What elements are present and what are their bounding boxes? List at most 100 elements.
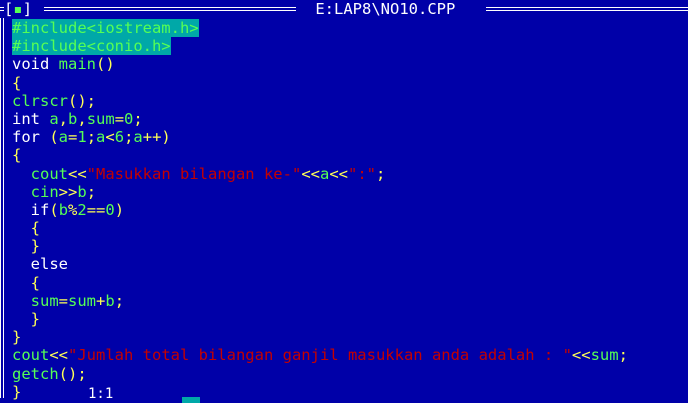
close-box-button[interactable]: [▪] <box>4 0 32 18</box>
code-token: 0 <box>105 200 115 219</box>
code-token: (); <box>68 91 96 110</box>
code-token: { <box>12 146 22 165</box>
code-token: a <box>58 128 69 147</box>
code-token: main <box>58 55 96 74</box>
code-token: sum <box>68 291 97 310</box>
code-token: ; <box>618 346 628 365</box>
code-token: void <box>12 55 59 74</box>
code-line[interactable]: { <box>12 274 628 292</box>
code-token: = <box>58 291 69 310</box>
frame-top-border-left <box>44 7 296 11</box>
code-token: (); <box>58 364 87 383</box>
code-line[interactable]: clrscr(); <box>12 92 628 110</box>
code-line[interactable]: } <box>12 310 628 328</box>
code-token: b <box>77 182 87 201</box>
window-title: E:LAP8\NO10.CPP <box>306 0 465 18</box>
code-token: a <box>319 164 330 183</box>
code-token: if <box>30 200 50 219</box>
code-token: ( <box>49 128 59 147</box>
code-token: << <box>301 164 320 183</box>
code-token: ; <box>133 109 143 128</box>
code-token: } <box>30 310 41 328</box>
code-token: clrscr <box>12 91 68 110</box>
horizontal-scrollbar-thumb[interactable] <box>182 397 200 403</box>
code-line[interactable]: void main() <box>12 55 628 73</box>
code-token: b <box>58 200 69 219</box>
code-token: ; <box>114 291 125 310</box>
close-box-right: ] <box>22 0 33 18</box>
frame-top-border-right <box>486 7 688 11</box>
close-box-left: [ <box>4 0 14 18</box>
code-token: 2 <box>77 200 87 219</box>
code-token: ; <box>376 164 386 183</box>
code-token: ( <box>49 200 59 219</box>
code-line[interactable]: for (a=1;a<6;a++) <box>12 128 628 146</box>
code-line[interactable]: else <box>12 255 628 273</box>
code-line[interactable]: { <box>12 219 628 237</box>
code-line[interactable]: getch(); <box>12 365 628 383</box>
code-token: cout <box>12 346 50 365</box>
code-line[interactable]: #include<iostream.h> <box>12 19 628 37</box>
code-token: = <box>114 109 125 128</box>
status-row: 1:1 <box>0 386 688 403</box>
code-token: = <box>68 128 78 147</box>
code-token: "Masukkan bilangan ke-" <box>86 164 302 183</box>
code-token: a <box>96 128 106 147</box>
code-token: 1 <box>77 128 87 147</box>
code-line[interactable]: cout<<"Jumlah total bilangan ganjil masu… <box>12 346 628 364</box>
code-token: >> <box>58 182 78 201</box>
code-line[interactable]: #include<conio.h> <box>12 37 628 56</box>
frame-left-border <box>0 18 4 398</box>
code-editor[interactable]: #include<iostream.h> #include<conio.h> voi… <box>12 19 628 401</box>
code-token: 6 <box>114 128 125 147</box>
code-token: ":" <box>348 164 376 183</box>
code-token: << <box>49 346 68 365</box>
code-line[interactable]: int a,b,sum=0; <box>12 110 628 128</box>
code-token: else <box>30 255 68 274</box>
code-token: ) <box>114 200 125 219</box>
code-line[interactable]: { <box>12 146 628 164</box>
code-token: () <box>96 55 115 74</box>
code-token: < <box>105 128 115 147</box>
code-token: cin <box>30 182 59 201</box>
code-line[interactable]: { <box>12 74 628 92</box>
code-token: for <box>12 128 50 147</box>
code-token: a <box>133 128 143 147</box>
code-token: sum <box>590 346 619 365</box>
close-icon: ▪ <box>13 0 23 18</box>
code-token: ; <box>86 128 97 147</box>
cursor-position: 1:1 <box>88 386 114 402</box>
code-token: b <box>105 291 115 310</box>
code-token: { <box>12 73 22 92</box>
code-token: + <box>96 291 106 310</box>
code-token: { <box>30 219 41 238</box>
code-token: % <box>68 200 78 219</box>
code-token: << <box>329 164 348 183</box>
code-token: #include<conio.h> <box>12 37 171 56</box>
code-token: "Jumlah total bilangan ganjil masukkan a… <box>68 346 572 365</box>
code-token: == <box>86 200 106 219</box>
code-line[interactable]: } <box>12 237 628 255</box>
code-token: << <box>571 346 591 365</box>
code-token: a <box>49 109 59 128</box>
code-line[interactable]: } <box>12 328 628 346</box>
code-token: #include<iostream.h> <box>12 19 199 37</box>
code-token: , <box>58 109 69 128</box>
code-token: } <box>12 328 22 347</box>
title-bar: [▪] E:LAP8\NO10.CPP <box>0 0 688 18</box>
code-line[interactable]: cout<<"Masukkan bilangan ke-"<<a<<":"; <box>12 165 628 183</box>
code-line[interactable]: sum=sum+b; <box>12 292 628 310</box>
code-line[interactable]: cin>>b; <box>12 183 628 201</box>
code-token: int <box>12 109 50 128</box>
code-token: getch <box>12 364 59 383</box>
code-line[interactable]: if(b%2==0) <box>12 201 628 219</box>
code-token: << <box>68 164 87 183</box>
code-token: b <box>68 109 78 128</box>
